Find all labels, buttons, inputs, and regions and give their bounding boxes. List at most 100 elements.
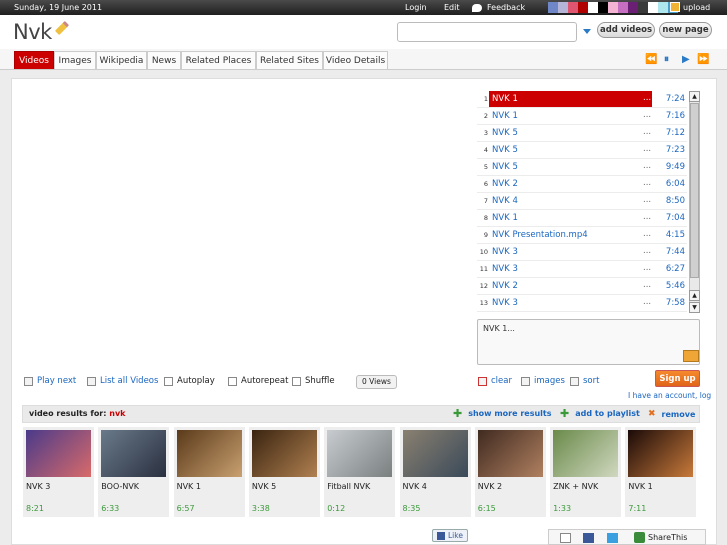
images-button[interactable]: images (521, 376, 565, 386)
color-swatch[interactable] (568, 2, 578, 13)
playlist-item[interactable]: 6 NVK 2... 6:04 (477, 176, 687, 193)
playlist-item[interactable]: 10 NVK 3... 7:44 (477, 244, 687, 261)
mail-icon[interactable] (683, 350, 699, 362)
video-result-title[interactable]: NVK 1 (177, 482, 201, 491)
playlist-item-menu[interactable]: ... (643, 144, 651, 154)
playlist-item-menu[interactable]: ... (643, 93, 651, 103)
video-result-title[interactable]: NVK 4 (403, 482, 427, 491)
clear-button[interactable]: clear (478, 376, 512, 386)
video-result-title[interactable]: NVK 5 (252, 482, 276, 491)
video-thumbnail[interactable] (628, 430, 694, 477)
playlist-item-menu[interactable]: ... (643, 229, 651, 239)
color-swatch[interactable] (648, 2, 658, 13)
color-swatch[interactable] (628, 2, 638, 13)
video-result-title[interactable]: ZNK + NVK (553, 482, 598, 491)
video-result-item[interactable]: NVK 5 3:38 (248, 427, 320, 517)
scroll-up-small-icon[interactable]: ▲ (689, 290, 700, 301)
scroll-down-icon[interactable]: ▼ (689, 302, 700, 313)
playlist-item-title[interactable]: NVK 3 (492, 298, 518, 308)
shuffle-checkbox-box[interactable] (292, 376, 301, 386)
tab-videos[interactable]: Videos (14, 51, 54, 69)
new-page-button[interactable]: new page (659, 22, 712, 38)
video-result-title[interactable]: NVK 2 (478, 482, 502, 491)
video-result-item[interactable]: NVK 4 8:35 (399, 427, 471, 517)
playlist-item-title[interactable]: NVK 4 (492, 196, 518, 206)
login-link[interactable]: Login (405, 3, 427, 12)
playlist-item[interactable]: 2 NVK 1... 7:16 (477, 108, 687, 125)
video-result-item[interactable]: NVK 1 7:11 (625, 427, 697, 517)
play-icon[interactable]: ▶ (682, 54, 690, 65)
playlist-item[interactable]: 3 NVK 5... 7:12 (477, 125, 687, 142)
color-swatch[interactable] (638, 2, 648, 13)
video-thumbnail[interactable] (176, 430, 242, 477)
autorepeat-checkbox-box[interactable] (228, 376, 237, 386)
twitter-icon[interactable] (607, 533, 618, 543)
pause-icon[interactable]: ⏸ (664, 54, 669, 65)
playlist-item-menu[interactable]: ... (643, 297, 651, 307)
video-result-item[interactable]: NVK 3 8:21 (23, 427, 94, 517)
video-result-title[interactable]: Fitball NVK (327, 482, 370, 491)
facebook-like-button[interactable]: Like (432, 529, 468, 542)
sharethis-button[interactable]: ShareThis (634, 532, 687, 543)
video-result-item[interactable]: Fitball NVK 0:12 (324, 427, 396, 517)
playlist-item[interactable]: 9 NVK Presentation.mp4... 4:15 (477, 227, 687, 244)
tab-video-details[interactable]: Video Details (323, 51, 388, 69)
playlist-item[interactable]: 13 NVK 3... 7:58 (477, 295, 687, 312)
edit-link[interactable]: Edit (444, 3, 460, 12)
playlist-item-menu[interactable]: ... (643, 212, 651, 222)
video-thumbnail[interactable] (327, 430, 393, 477)
search-input[interactable] (397, 22, 577, 42)
color-swatch[interactable] (548, 2, 558, 13)
sort-button[interactable]: sort (570, 376, 599, 386)
playlist-item-menu[interactable]: ... (643, 263, 651, 273)
color-swatch[interactable] (598, 2, 608, 13)
search-dropdown-arrow-icon[interactable] (583, 29, 591, 34)
video-result-item[interactable]: NVK 1 6:57 (173, 427, 245, 517)
video-result-title[interactable]: BOO-NVK (101, 482, 139, 491)
playlist-item[interactable]: 5 NVK 5... 9:49 (477, 159, 687, 176)
playlist-item-title[interactable]: NVK 3 (492, 264, 518, 274)
fast-forward-icon[interactable]: ⏩ (697, 54, 709, 65)
playlist-item-title[interactable]: NVK 3 (492, 247, 518, 257)
play-next-button[interactable]: Play next (24, 376, 76, 386)
autorepeat-checkbox[interactable]: Autorepeat (228, 376, 288, 386)
video-result-item[interactable]: NVK 2 6:15 (474, 427, 546, 517)
login-account-link[interactable]: I have an account, log (628, 391, 711, 400)
playlist-item-title[interactable]: NVK 2 (492, 281, 518, 291)
list-all-videos-button[interactable]: List all Videos (87, 376, 158, 386)
playlist-item[interactable]: 8 NVK 1... 7:04 (477, 210, 687, 227)
video-thumbnail[interactable] (477, 430, 543, 477)
site-logo[interactable]: Nvk (13, 20, 52, 44)
add-videos-button[interactable]: add videos (597, 22, 655, 38)
playlist-item-title[interactable]: NVK 1 (492, 94, 518, 104)
rewind-icon[interactable]: ⏪ (645, 54, 657, 65)
playlist-item-menu[interactable]: ... (643, 161, 651, 171)
sign-up-button[interactable]: Sign up (655, 370, 700, 387)
playlist-item-title[interactable]: NVK 5 (492, 128, 518, 138)
video-result-item[interactable]: BOO-NVK 6:33 (98, 427, 170, 517)
pencil-icon[interactable] (54, 20, 70, 36)
video-thumbnail[interactable] (26, 430, 91, 477)
video-result-title[interactable]: NVK 3 (26, 482, 50, 491)
playlist-item[interactable]: 7 NVK 4... 8:50 (477, 193, 687, 210)
upload-link[interactable]: upload (670, 2, 710, 12)
playlist-item-menu[interactable]: ... (643, 280, 651, 290)
scroll-up-icon[interactable]: ▲ (689, 91, 700, 102)
playlist-item-menu[interactable]: ... (643, 178, 651, 188)
video-player-area[interactable] (22, 89, 472, 369)
playlist-item-title[interactable]: NVK 5 (492, 162, 518, 172)
playlist-item[interactable]: 1 NVK 1... 7:24 (477, 91, 687, 108)
facebook-share-icon[interactable] (583, 533, 594, 543)
feedback-link[interactable]: Feedback (472, 3, 525, 12)
playlist-item-title[interactable]: NVK Presentation.mp4 (492, 230, 588, 240)
remove-button[interactable]: ✖ remove (648, 409, 695, 419)
color-swatch[interactable] (578, 2, 588, 13)
playlist-item[interactable]: 11 NVK 3... 6:27 (477, 261, 687, 278)
video-thumbnail[interactable] (101, 430, 167, 477)
color-swatch[interactable] (558, 2, 568, 13)
playlist-scroll-thumb[interactable] (690, 103, 699, 278)
color-swatch[interactable] (608, 2, 618, 13)
tab-news[interactable]: News (147, 51, 181, 69)
email-icon[interactable] (560, 533, 571, 543)
playlist-item-title[interactable]: NVK 2 (492, 179, 518, 189)
